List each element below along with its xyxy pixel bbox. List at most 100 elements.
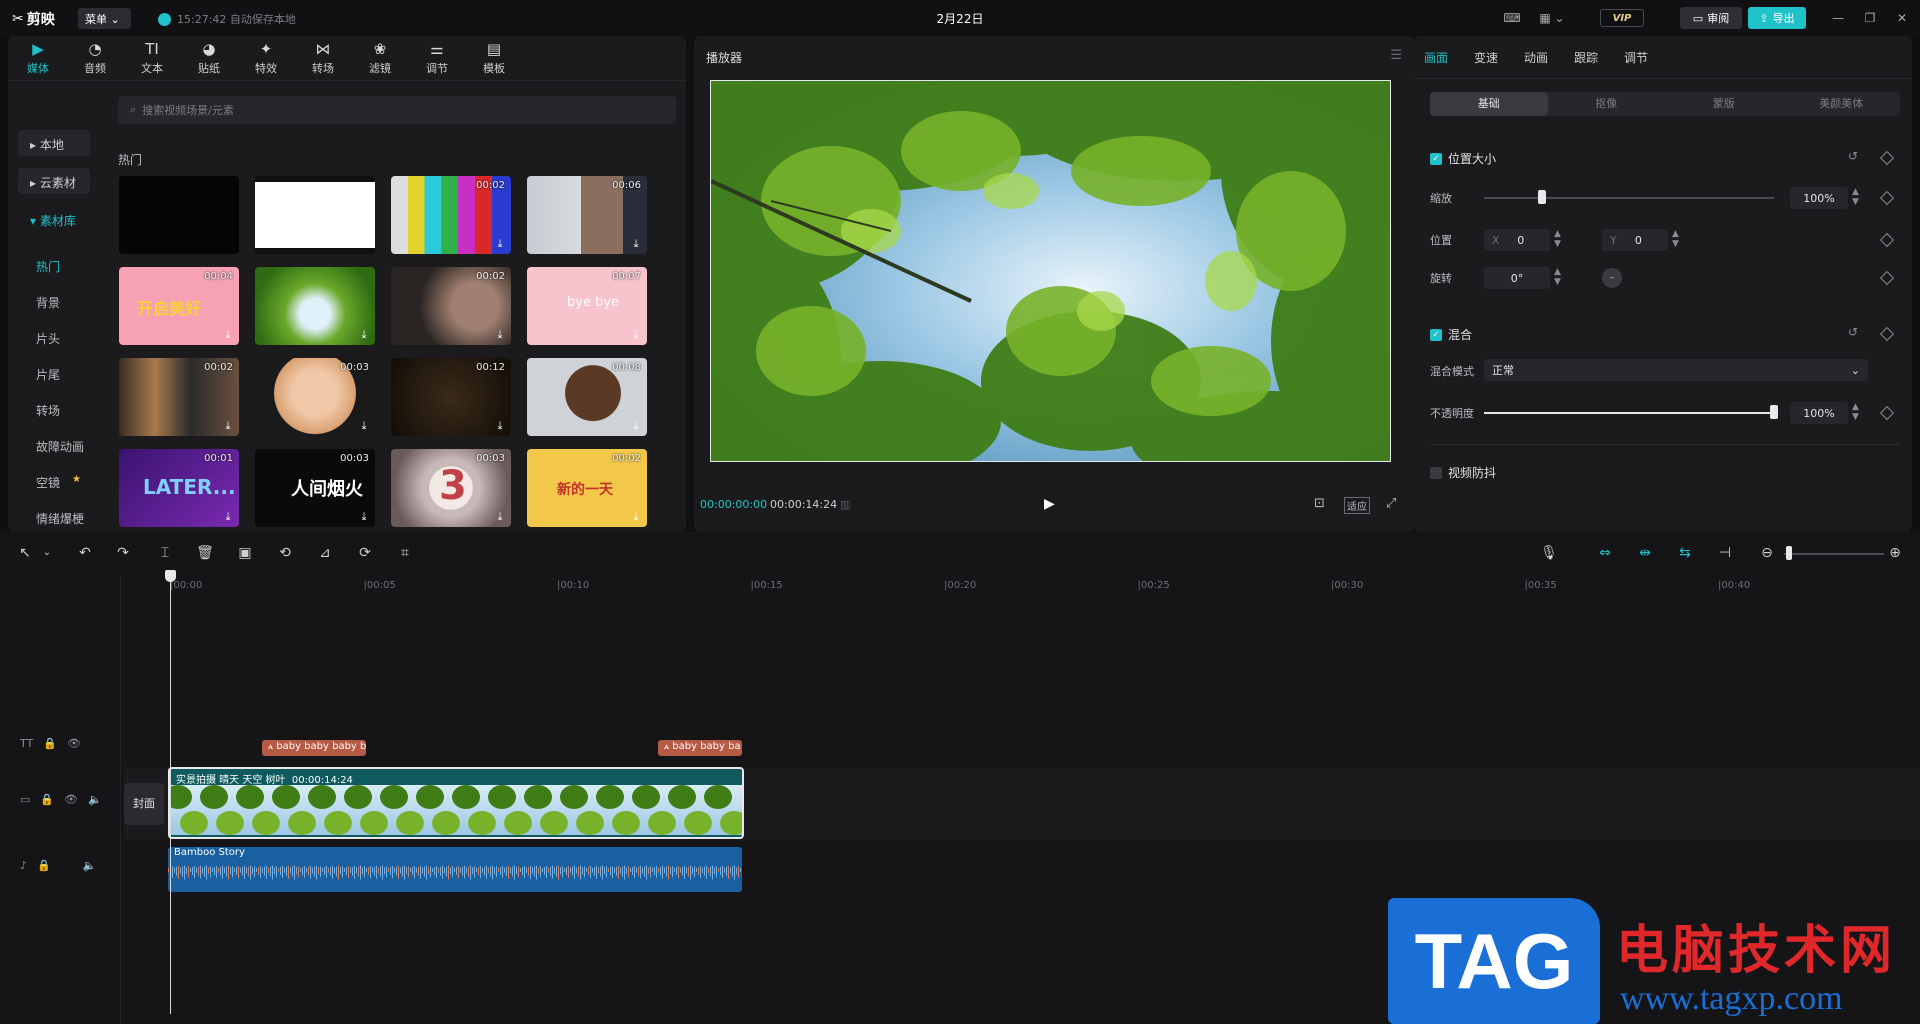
property-tab[interactable]: 调节 [1624,49,1648,66]
lock-icon[interactable]: 🔒 [40,793,54,806]
tab-adjust[interactable]: ⚌ 调节 [417,40,457,76]
crop-icon[interactable]: ⌗ [396,544,414,562]
media-thumbnail[interactable]: 00:02 ⤓ [119,358,239,436]
ratio-button[interactable]: 适应 [1344,497,1370,514]
sidebar-item-cloud[interactable]: ▸ 云素材 [18,168,90,194]
redo-icon[interactable]: ↷ [114,544,132,562]
category-item[interactable]: 情绪爆梗 [36,510,84,527]
stabilize-section[interactable]: 视频防抖 [1430,464,1496,481]
fullscreen-icon[interactable]: ⤢ [1386,496,1396,511]
property-tab[interactable]: 变速 [1474,49,1498,66]
download-icon[interactable]: ⤓ [358,511,370,523]
reverse-icon[interactable]: ⟲ [276,544,294,562]
stepper-icon[interactable]: ▲ ▼ [1554,229,1561,249]
preview-axis-icon[interactable]: ⊣ [1716,544,1734,562]
category-item[interactable]: 热门 [36,258,60,275]
category-item[interactable]: 背景 [36,294,60,311]
media-thumbnail[interactable]: bye bye 00:07 ⤓ [527,267,647,345]
text-clip[interactable]: ꭺ baby baby baby b [262,740,366,756]
stepper-icon[interactable]: ▲ ▼ [1852,187,1859,207]
tab-text[interactable]: TI 文本 [132,40,172,76]
position-y-input[interactable]: Y0 [1602,229,1668,251]
tab-media[interactable]: ▶ 媒体 [18,40,58,76]
linkage-icon[interactable]: ⇆ [1676,544,1694,562]
category-item[interactable]: 转场 [36,402,60,419]
layout-icon[interactable]: ▦ ⌄ [1534,7,1570,29]
media-thumbnail[interactable]: 00:08 ⤓ [527,358,647,436]
stepper-icon[interactable]: ▲ ▼ [1554,267,1561,287]
media-thumbnail[interactable]: 00:03 ⤓ [255,358,375,436]
zoom-slider[interactable] [1784,553,1884,555]
download-icon[interactable]: ⤓ [630,329,642,341]
tab-effects[interactable]: ✦ 特效 [246,40,286,76]
download-icon[interactable]: ⤓ [630,238,642,250]
rotate-input[interactable]: 0° [1484,267,1550,289]
microphone-icon[interactable]: 🎙 [1540,544,1558,562]
rotate-icon[interactable]: ⟳ [356,544,374,562]
media-thumbnail[interactable]: ⤓ [255,267,375,345]
download-icon[interactable]: ⤓ [494,238,506,250]
download-icon[interactable]: ⤓ [494,420,506,432]
chevron-down-icon[interactable]: ⌄ [38,544,56,562]
play-icon[interactable]: ▶ [1044,496,1055,512]
media-thumbnail[interactable]: 新的一天 00:02 ⤓ [527,449,647,527]
download-icon[interactable]: ⤓ [222,420,234,432]
position-x-input[interactable]: X0 [1484,229,1550,251]
tab-template[interactable]: ▤ 模板 [474,40,514,76]
split-icon[interactable]: ⌶ [156,544,174,562]
auto-snap-icon[interactable]: ⇹ [1636,544,1654,562]
speaker-icon[interactable]: 🔈 [88,793,102,806]
delete-icon[interactable]: 🗑 [196,544,214,562]
freeze-icon[interactable]: ▣ [236,544,254,562]
restore-icon[interactable]: ❐ [1860,7,1880,29]
download-icon[interactable]: ⤓ [630,511,642,523]
video-preview[interactable] [641,41,1441,491]
keyframe-icon[interactable] [1879,150,1895,166]
blend-mode-select[interactable]: 正常 ⌄ [1484,359,1868,381]
cover-button[interactable]: 封面 [124,783,164,825]
checkbox-icon[interactable]: ✓ [1430,328,1442,341]
menu-icon[interactable]: ☰ [1390,48,1402,63]
position-size-section[interactable]: ✓ 位置大小 [1430,150,1496,167]
keyframe-icon[interactable] [1879,326,1895,342]
opacity-input[interactable]: 100% [1790,402,1848,424]
download-icon[interactable]: ⤓ [222,511,234,523]
review-button[interactable]: ▭ 审阅 [1680,7,1742,29]
media-thumbnail[interactable]: 人间烟火 00:03 ⤓ [255,449,375,527]
zoom-in-icon[interactable]: ⊕ [1886,544,1904,562]
zoom-out-icon[interactable]: ⊖ [1758,544,1776,562]
playhead[interactable] [170,570,171,1014]
zoom-slider-handle[interactable] [1786,546,1792,560]
checkbox-icon[interactable] [1430,466,1442,479]
speaker-icon[interactable]: 🔈 [83,859,97,872]
shortcut-icon[interactable]: ⌨ [1502,7,1522,29]
keyframe-icon[interactable] [1879,270,1895,286]
download-icon[interactable]: ⤓ [358,329,370,341]
audio-clip[interactable]: Bamboo Story [168,847,742,892]
keyframe-icon[interactable] [1879,405,1895,421]
tab-filter[interactable]: ❀ 滤镜 [360,40,400,76]
lock-icon[interactable]: 🔒 [43,737,57,750]
video-clip[interactable]: 实景拍摄 晴天 天空 树叶 00:00:14:24 [168,767,744,839]
property-tab[interactable]: 跟踪 [1574,49,1598,66]
download-icon[interactable]: ⤓ [358,420,370,432]
text-clip[interactable]: ꭺ baby baby ba [658,740,742,756]
blend-section[interactable]: ✓ 混合 [1430,326,1472,343]
checkbox-icon[interactable]: ✓ [1430,152,1442,165]
category-item[interactable]: 空镜 [36,474,60,491]
opacity-slider[interactable] [1484,412,1774,414]
export-button[interactable]: ⇪ 导出 [1748,7,1806,29]
scale-slider-handle[interactable] [1538,190,1546,204]
media-thumbnail[interactable] [119,176,239,254]
vip-badge[interactable]: VIP [1600,9,1644,27]
undo-icon[interactable]: ↶ [76,544,94,562]
reset-icon[interactable]: ↺ [1848,325,1858,339]
keyframe-icon[interactable] [1879,190,1895,206]
media-thumbnail[interactable]: 3 00:03 ⤓ [391,449,511,527]
mirror-icon[interactable]: ⊿ [316,544,334,562]
tab-audio[interactable]: ◔ 音频 [75,40,115,76]
stepper-icon[interactable]: ▲ ▼ [1852,402,1859,422]
download-icon[interactable]: ⤓ [494,511,506,523]
scale-input[interactable]: 100% [1790,187,1848,209]
select-icon[interactable]: ↖ [16,544,34,562]
